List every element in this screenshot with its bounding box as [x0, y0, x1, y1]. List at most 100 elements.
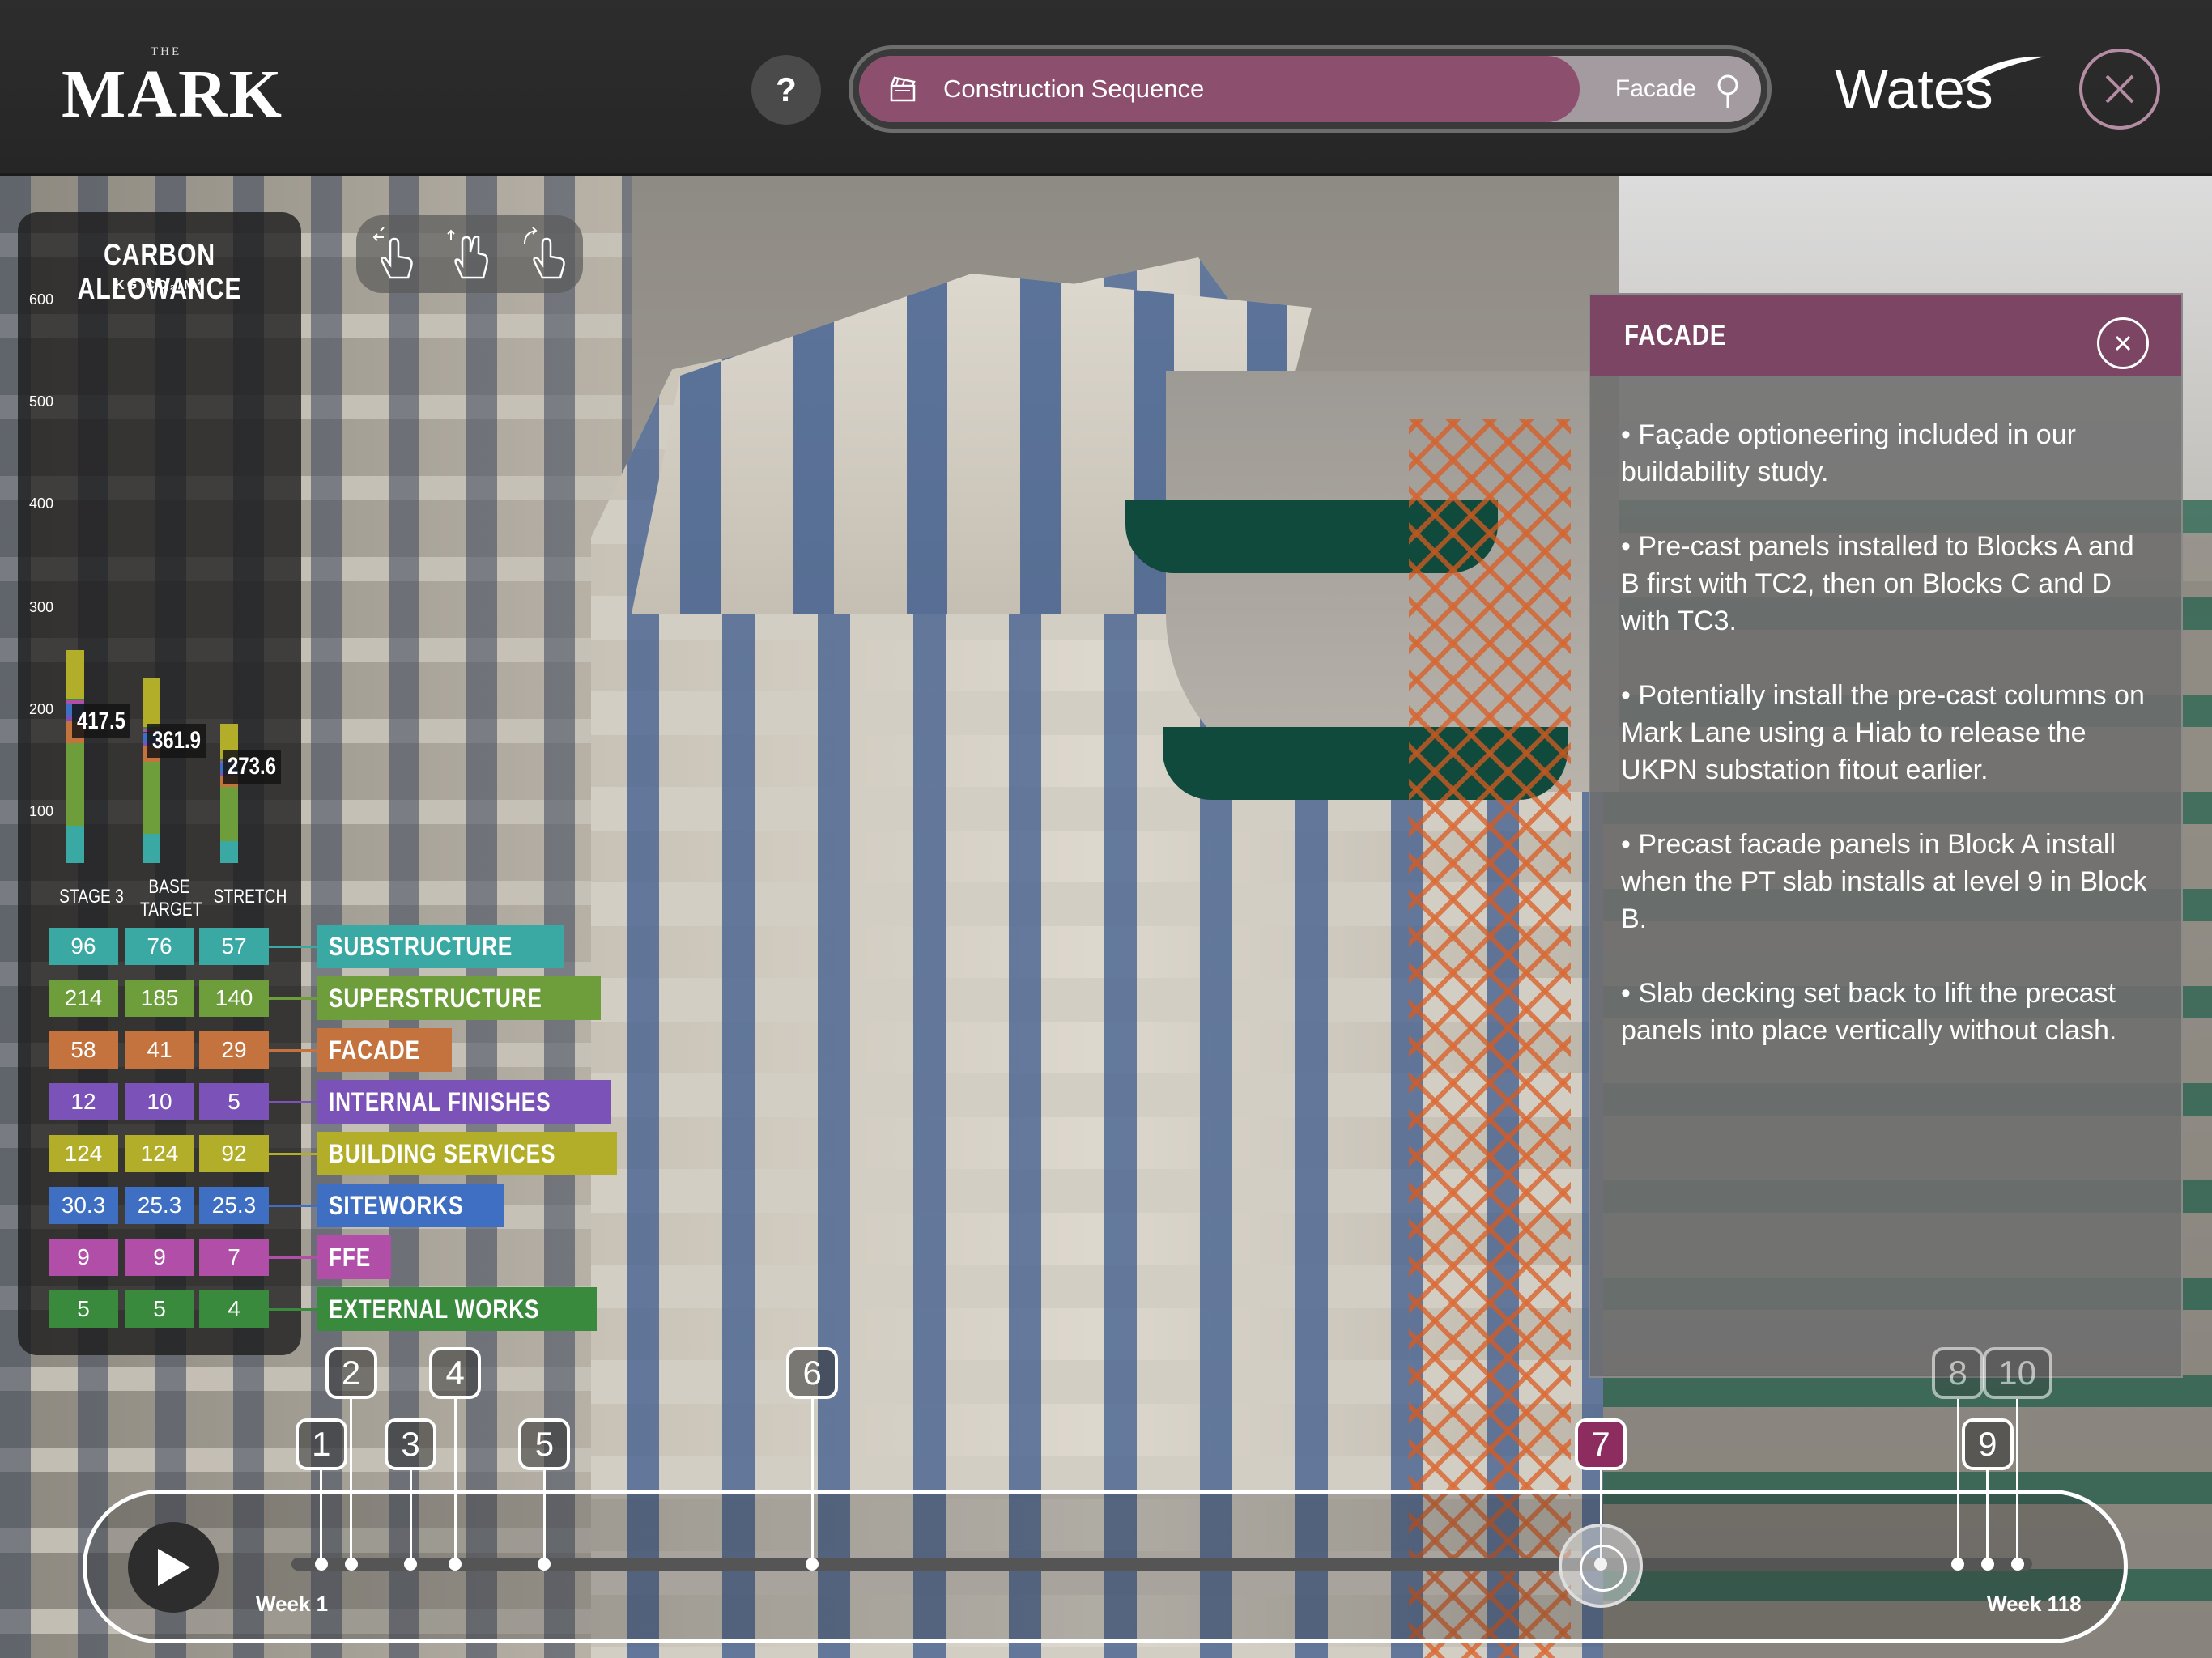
category-row[interactable]: 5 5 4 EXTERNAL WORKS: [49, 1287, 598, 1331]
category-row[interactable]: 58 41 29 FACADE: [49, 1028, 551, 1072]
category-value: 5: [125, 1290, 194, 1328]
category-label[interactable]: SITEWORKS: [317, 1184, 504, 1227]
timeline-scrubber[interactable]: [1559, 1524, 1644, 1608]
bar-segment: [143, 833, 160, 863]
category-value: 185: [125, 980, 194, 1017]
category-value: 58: [49, 1031, 118, 1069]
bar-segment: [66, 650, 84, 699]
category-value: 29: [199, 1031, 269, 1069]
milestone-dot: [1951, 1558, 1965, 1571]
carbon-allowance-panel: CARBON ALLOWANCE KG CO₂/M² 600 500 400 3…: [18, 212, 301, 1355]
category-row[interactable]: 12 10 5 INTERNAL FINISHES: [49, 1080, 611, 1124]
close-icon: [2115, 335, 2131, 351]
category-label[interactable]: FFE: [317, 1235, 392, 1279]
axis-tick: 500: [29, 393, 54, 410]
bar-total: 361.9: [147, 724, 206, 758]
category-row[interactable]: 30.3 25.3 25.3 SITEWORKS: [49, 1184, 551, 1227]
category-row[interactable]: 96 76 57 SUBSTRUCTURE: [49, 925, 564, 968]
category-value: 140: [199, 980, 269, 1017]
timeline-track[interactable]: [291, 1558, 2032, 1571]
milestone-3[interactable]: 3: [385, 1418, 436, 1470]
category-value: 9: [125, 1239, 194, 1276]
close-icon: [2105, 74, 2134, 104]
milestone-5[interactable]: 5: [518, 1418, 571, 1470]
info-close-button[interactable]: [2097, 317, 2149, 369]
location-pin-icon[interactable]: [1714, 74, 1742, 109]
bar-segment: [66, 700, 84, 704]
milestone-4[interactable]: 4: [429, 1347, 482, 1399]
play-button[interactable]: [128, 1522, 219, 1613]
milestone-9[interactable]: 9: [1961, 1418, 2014, 1470]
bar-total: 417.5: [72, 704, 130, 738]
rotate-gesture-icon: [524, 227, 566, 279]
app-logo[interactable]: MARK: [62, 55, 283, 134]
category-row[interactable]: 214 185 140 SUPERSTRUCTURE: [49, 976, 601, 1020]
axis-tick: 200: [29, 701, 54, 717]
section-selector-track: Construction Sequence Facade: [859, 56, 1761, 122]
milestone-dot: [449, 1558, 462, 1571]
axis-tick: 100: [29, 803, 54, 819]
info-bullet: • Potentially install the pre-cast colum…: [1621, 680, 2145, 785]
section-selector[interactable]: Construction Sequence Facade: [849, 45, 1772, 133]
help-button[interactable]: ?: [751, 55, 821, 125]
category-connector: [269, 1101, 317, 1103]
milestone-2[interactable]: 2: [325, 1347, 377, 1399]
bar-segment: [220, 840, 238, 863]
category-connector: [269, 1256, 317, 1259]
info-bullet: • Façade optioneering included in our bu…: [1621, 419, 2076, 487]
header-bar: THE MARK ? Construction Sequence Facade …: [0, 0, 2212, 176]
milestone-line: [453, 1399, 457, 1564]
category-label[interactable]: SUPERSTRUCTURE: [317, 976, 601, 1020]
panel-title: CARBON ALLOWANCE: [77, 238, 242, 305]
category-label[interactable]: BUILDING SERVICES: [317, 1132, 617, 1175]
category-value: 25.3: [125, 1187, 194, 1224]
bar-segment: [66, 742, 84, 827]
bar-segment: [220, 786, 238, 841]
category-value: 124: [49, 1135, 118, 1172]
category-value: 57: [199, 928, 269, 965]
play-icon: [158, 1549, 190, 1586]
milestone-10[interactable]: 10: [1982, 1347, 2052, 1399]
info-panel-title: FACADE: [1624, 318, 1727, 351]
milestone-dot: [2010, 1558, 2024, 1571]
section-selector-label: Construction Sequence: [943, 74, 1205, 103]
milestone-line: [320, 1470, 323, 1564]
timeline-end-label: Week 118: [1987, 1592, 2082, 1616]
info-panel-body: • Façade optioneering included in our bu…: [1621, 416, 2155, 1086]
milestone-dot: [314, 1558, 328, 1571]
category-value: 4: [199, 1290, 269, 1328]
category-connector: [269, 1308, 317, 1311]
column-label: STRETCH: [213, 886, 287, 908]
category-row[interactable]: 9 9 7 FFE: [49, 1235, 551, 1279]
category-value: 214: [49, 980, 118, 1017]
category-label[interactable]: EXTERNAL WORKS: [317, 1287, 598, 1331]
category-value: 124: [125, 1135, 194, 1172]
milestone-6[interactable]: 6: [786, 1347, 839, 1399]
info-bullet: • Pre-cast panels installed to Blocks A …: [1621, 531, 2134, 636]
category-label[interactable]: FACADE: [317, 1028, 452, 1072]
panel-unit: KG CO₂/M²: [115, 278, 204, 292]
timeline-start-label: Week 1: [256, 1592, 329, 1616]
bar-segment: [66, 698, 84, 701]
facade-info-panel: FACADE • Façade optioneering included in…: [1589, 293, 2183, 1378]
section-selector-pill[interactable]: Construction Sequence: [859, 56, 1580, 122]
milestone-7[interactable]: 7: [1575, 1418, 1627, 1470]
column-label: BASE TARGET: [140, 876, 202, 920]
category-label[interactable]: SUBSTRUCTURE: [317, 925, 564, 968]
info-bullet: • Slab decking set back to lift the prec…: [1621, 978, 2117, 1046]
category-value: 7: [199, 1239, 269, 1276]
axis-tick: 400: [29, 495, 54, 512]
category-row[interactable]: 124 124 92 BUILDING SERVICES: [49, 1132, 617, 1175]
category-value: 76: [125, 928, 194, 965]
brand-swoosh-icon: [1959, 56, 2045, 83]
milestone-8[interactable]: 8: [1932, 1347, 1984, 1399]
section-selector-value[interactable]: Facade: [1615, 56, 1696, 122]
category-value: 12: [49, 1083, 118, 1120]
category-label[interactable]: INTERNAL FINISHES: [317, 1080, 611, 1124]
category-value: 10: [125, 1083, 194, 1120]
close-button[interactable]: [2079, 49, 2160, 130]
milestone-line: [409, 1470, 412, 1564]
milestone-dot: [404, 1558, 417, 1571]
milestone-1[interactable]: 1: [295, 1418, 347, 1470]
milestone-line: [1986, 1470, 1989, 1564]
